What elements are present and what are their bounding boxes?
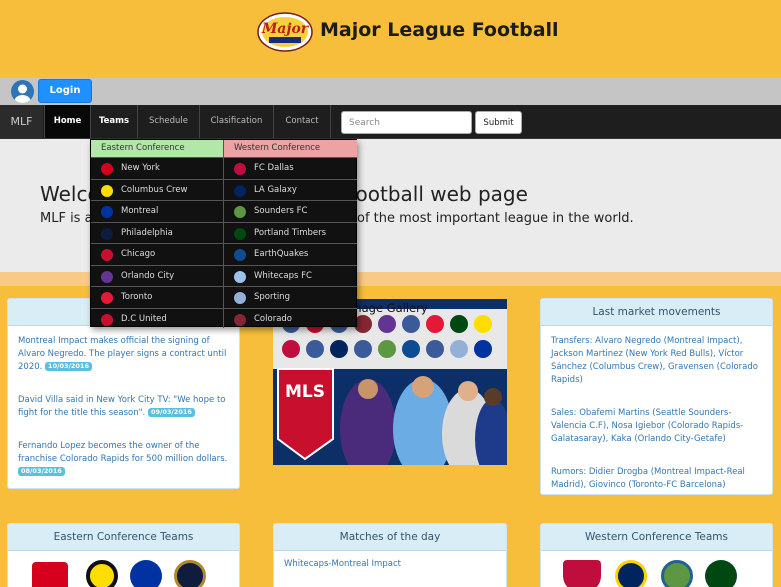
nav-contact[interactable]: Contact [273,105,331,138]
team-menu-item[interactable]: Orlando City [91,264,223,287]
team-crest-icon [234,292,246,304]
portland-timbers-logo-icon[interactable] [705,560,737,587]
gallery-title: Image Gallery [347,301,428,315]
market-panel-title: Last market movements [541,299,772,326]
team-menu-item[interactable]: Montreal [91,200,223,222]
nav-brand[interactable]: MLF [0,105,43,138]
team-menu-label: Chicago [121,249,156,259]
svg-text:Major: Major [261,21,310,37]
team-menu-label: D.C United [121,313,167,324]
west-conference-header: Western Conference [224,140,357,157]
team-menu-label: Philadelphia [121,227,173,238]
nav-clasification[interactable]: Clasification [199,105,273,138]
team-menu-item[interactable]: Sounders FC [224,200,357,222]
team-crest-icon [101,249,113,261]
team-crest-icon [101,184,113,197]
team-menu-label: FC Dallas [254,163,294,173]
team-menu-label: Sounders FC [254,206,308,216]
news-item[interactable]: David Villa said in New York City TV: "W… [18,394,233,420]
team-crest-icon [234,206,246,218]
team-menu-label: LA Galaxy [254,184,297,195]
team-menu-item[interactable]: D.C United [91,307,223,330]
team-crest-icon [101,206,113,218]
team-crest-icon [234,227,246,240]
team-menu-label: Whitecaps FC [254,270,312,281]
west-teams-title: Western Conference Teams [541,524,772,551]
east-teams-panel: Eastern Conference Teams [7,523,240,587]
team-crest-icon [234,313,246,326]
match-item[interactable]: Whitecaps-Montreal Impact [284,559,401,569]
la-galaxy-logo-icon[interactable] [615,560,647,587]
submit-button[interactable]: Submit [475,111,522,134]
matches-title: Matches of the day [274,524,506,551]
team-menu-item[interactable]: Chicago [91,243,223,265]
team-crest-icon [101,270,113,283]
team-menu-item[interactable]: Columbus Crew [91,178,223,201]
team-menu-label: Orlando City [121,270,175,281]
nav-schedule[interactable]: Schedule [137,105,199,138]
team-crest-icon [101,227,113,240]
team-crest-icon [101,163,113,175]
team-menu-label: Portland Timbers [254,227,327,238]
team-menu-label: Toronto [121,292,153,302]
team-crest-icon [234,270,246,283]
team-menu-label: Columbus Crew [121,184,188,195]
team-menu-item[interactable]: Philadelphia [91,221,223,244]
team-menu-item[interactable]: Whitecaps FC [224,264,357,287]
site-title: Major League Football [320,19,559,41]
market-item[interactable]: Sales: Obafemi Martins (Seattle Sounders… [551,407,766,446]
east-conference-column: Eastern Conference New York Columbus Crew… [91,140,224,328]
date-badge: 10/03/2016 [45,362,92,371]
team-menu-item[interactable]: EarthQuakes [224,243,357,265]
news-item[interactable]: Fernando Lopez becomes the owner of the … [18,440,233,479]
search-input[interactable] [341,111,472,134]
team-crest-icon [101,313,113,326]
columbus-crew-logo-icon[interactable] [86,560,118,587]
teams-dropdown-menu: Eastern Conference New York Columbus Crew… [90,139,357,328]
fc-dallas-logo-icon[interactable] [563,560,601,587]
east-teams-title: Eastern Conference Teams [8,524,239,551]
date-badge: 08/03/2016 [18,467,65,476]
team-menu-label: EarthQuakes [254,249,309,259]
philadelphia-logo-icon[interactable] [174,560,206,587]
team-menu-label: Sporting [254,292,290,302]
team-menu-item[interactable]: New York [91,157,223,179]
montreal-logo-icon[interactable] [130,560,162,587]
svg-text:MLS: MLS [285,382,325,402]
mlf-logo[interactable]: Major [257,10,313,54]
east-conference-header: Eastern Conference [91,140,223,157]
user-avatar-icon [11,80,34,103]
team-menu-item[interactable]: FC Dallas [224,157,357,179]
team-menu-item[interactable]: Portland Timbers [224,221,357,244]
west-teams-panel: Western Conference Teams [540,523,773,587]
news-item[interactable]: Montreal Impact makes official the signi… [18,335,233,374]
team-menu-item[interactable]: Colorado [224,307,357,330]
matches-panel: Matches of the day [273,523,507,587]
team-menu-label: Colorado [254,313,292,324]
team-crest-icon [101,292,113,304]
red-bulls-logo-icon[interactable] [32,562,68,587]
sounders-logo-icon[interactable] [661,560,693,587]
team-menu-label: New York [121,163,160,173]
nav-teams[interactable]: Teams [90,105,137,138]
nav-home[interactable]: Home [44,105,90,138]
west-conference-column: Western Conference FC Dallas LA Galaxy Sou… [224,140,357,328]
team-menu-item[interactable]: LA Galaxy [224,178,357,201]
team-crest-icon [234,249,246,261]
market-panel: Last market movements Transfers: Alvaro … [540,298,773,495]
market-item[interactable]: Transfers: Alvaro Negredo (Montreal Impa… [551,335,766,387]
market-item[interactable]: Rumors: Didier Drogba (Montreal Impact-R… [551,466,766,492]
team-crest-icon [234,163,246,175]
team-menu-label: Montreal [121,206,159,216]
login-bar [0,78,781,106]
team-crest-icon [234,184,246,197]
date-badge: 09/03/2016 [147,408,195,417]
team-menu-item[interactable]: Toronto [91,286,223,308]
team-menu-item[interactable]: Sporting [224,286,357,308]
login-button[interactable]: Login [38,79,92,103]
